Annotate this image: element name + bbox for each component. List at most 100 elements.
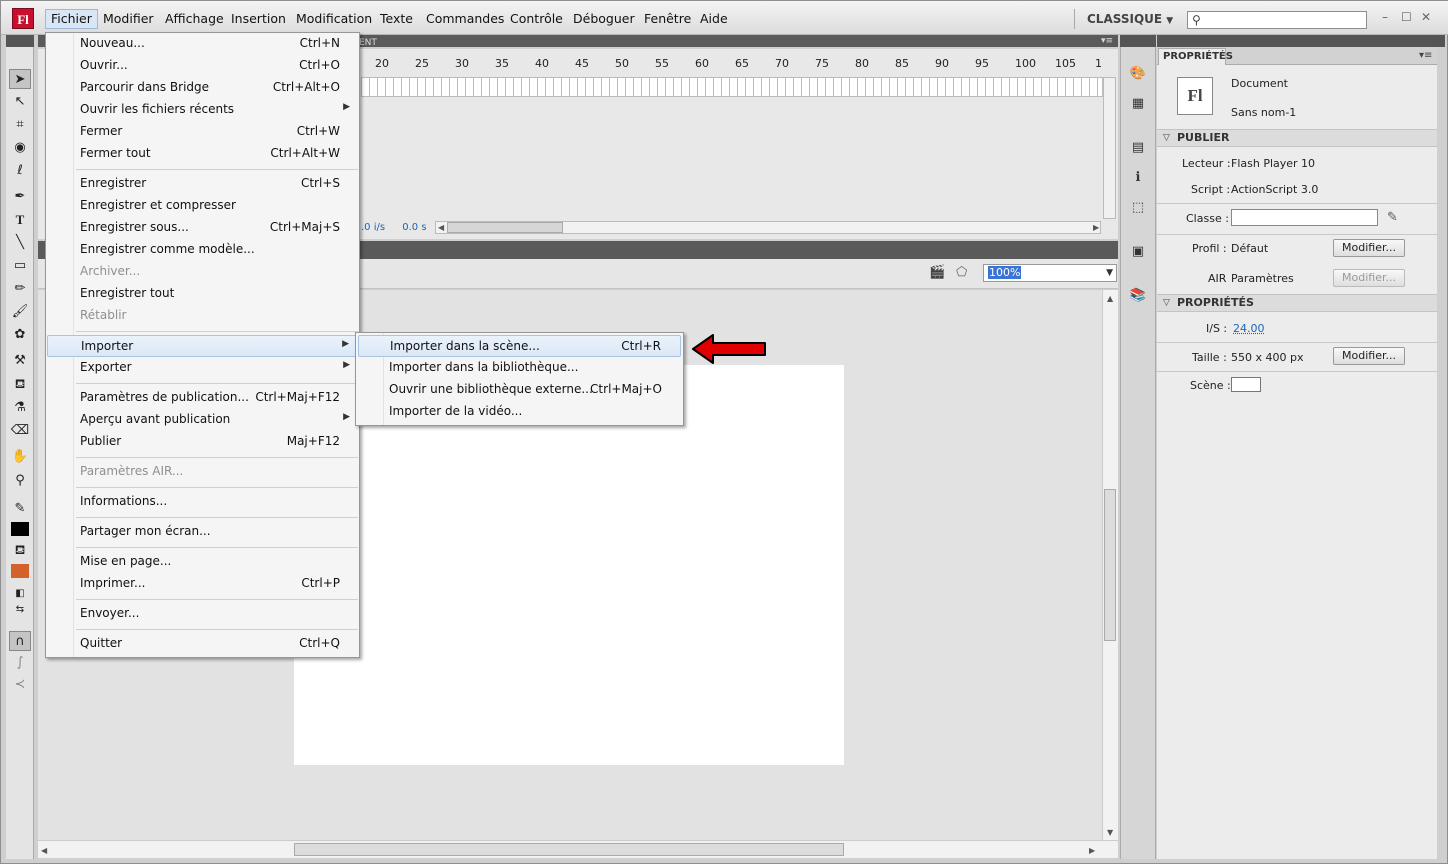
menu-item-import[interactable]: Importer ▶ bbox=[47, 335, 359, 357]
snap-magnet-icon[interactable]: ∩ bbox=[9, 631, 31, 651]
class-input[interactable] bbox=[1231, 209, 1378, 226]
text-tool-icon[interactable]: T bbox=[9, 210, 31, 230]
edit-symbols-icon[interactable]: ⬠ bbox=[956, 265, 967, 280]
menu-item-publish-preview[interactable]: Aperçu avant publication ▶ bbox=[47, 409, 359, 431]
menu-commandes[interactable]: Commandes bbox=[421, 9, 509, 29]
menu-item-save-as[interactable]: Enregistrer sous... Ctrl+Maj+S bbox=[47, 217, 359, 239]
subselection-tool-icon[interactable]: ↖ bbox=[9, 92, 31, 112]
zoom-select[interactable]: 100% ▼ bbox=[983, 264, 1117, 282]
menu-item-browse-bridge[interactable]: Parcourir dans Bridge Ctrl+Alt+O bbox=[47, 77, 359, 99]
line-tool-icon[interactable]: ╲ bbox=[9, 233, 31, 253]
tab-properties[interactable]: PROPRIÉTÉS bbox=[1158, 48, 1233, 65]
modify-size-button[interactable]: Modifier... bbox=[1333, 347, 1405, 365]
section-properties[interactable]: ▽ PROPRIÉTÉS bbox=[1157, 294, 1437, 312]
modify-profile-button[interactable]: Modifier... bbox=[1333, 239, 1405, 257]
panel-menu-icon[interactable]: ▾≡ bbox=[1419, 50, 1432, 61]
menu-item-save-as-template[interactable]: Enregistrer comme modèle... bbox=[47, 239, 359, 261]
info-panel-icon[interactable]: ℹ bbox=[1128, 169, 1148, 187]
brush-tool-icon[interactable]: 🖌 bbox=[9, 302, 31, 322]
menu-item-quit[interactable]: Quitter Ctrl+Q bbox=[47, 633, 359, 655]
menu-controle[interactable]: Contrôle bbox=[505, 9, 568, 29]
menu-texte[interactable]: Texte bbox=[375, 9, 418, 29]
flash-logo-icon[interactable]: Fl bbox=[12, 8, 34, 29]
menu-item-recent-files[interactable]: Ouvrir les fichiers récents ▶ bbox=[47, 99, 359, 121]
menu-insertion[interactable]: Insertion bbox=[226, 9, 291, 29]
edit-scene-icon[interactable]: 🎬 bbox=[929, 265, 945, 280]
menu-fenetre[interactable]: Fenêtre bbox=[639, 9, 696, 29]
3d-rotation-tool-icon[interactable]: ◉ bbox=[9, 138, 31, 158]
menu-item-new[interactable]: Nouveau... Ctrl+N bbox=[47, 33, 359, 55]
menu-aide[interactable]: Aide bbox=[695, 9, 733, 29]
library-panel-icon[interactable]: 📚 bbox=[1128, 287, 1148, 305]
timeline-vertical-scrollbar[interactable] bbox=[1103, 77, 1116, 219]
menu-fichier[interactable]: Fichier bbox=[45, 9, 98, 29]
smooth-icon[interactable]: ∫ bbox=[9, 653, 31, 673]
menu-item-close[interactable]: Fermer Ctrl+W bbox=[47, 121, 359, 143]
stage-vertical-thumb[interactable] bbox=[1104, 489, 1116, 641]
fill-color-icon[interactable]: ⛾ bbox=[9, 541, 31, 561]
hand-tool-icon[interactable]: ✋ bbox=[9, 447, 31, 467]
menu-item-publish[interactable]: Publier Maj+F12 bbox=[47, 431, 359, 453]
menu-item-open-external-library[interactable]: Ouvrir une bibliothèque externe... Ctrl+M… bbox=[358, 379, 681, 401]
menu-item-info[interactable]: Informations... bbox=[47, 491, 359, 513]
paint-bucket-tool-icon[interactable]: ⛾ bbox=[9, 375, 31, 395]
maximize-icon[interactable]: ☐ bbox=[1401, 10, 1412, 24]
menu-deboguer[interactable]: Déboguer bbox=[568, 9, 640, 29]
close-icon[interactable]: ✕ bbox=[1421, 10, 1431, 24]
menu-modification[interactable]: Modification bbox=[291, 9, 377, 29]
menu-item-import-to-stage[interactable]: Importer dans la scène... Ctrl+R bbox=[358, 335, 681, 357]
swap-colors-icon[interactable]: ⇆ bbox=[9, 600, 31, 620]
menu-item-save-all[interactable]: Enregistrer tout bbox=[47, 283, 359, 305]
eraser-tool-icon[interactable]: ⌫ bbox=[9, 421, 31, 441]
help-search-input[interactable]: ⚲ bbox=[1187, 11, 1367, 29]
tools-panel-header[interactable] bbox=[6, 35, 34, 47]
scroll-up-icon[interactable]: ▲ bbox=[1107, 294, 1113, 303]
zoom-tool-icon[interactable]: ⚲ bbox=[9, 471, 31, 491]
menu-item-page-setup[interactable]: Mise en page... bbox=[47, 551, 359, 573]
timeline-tab-partial[interactable]: ENT bbox=[359, 37, 377, 49]
menu-item-close-all[interactable]: Fermer tout Ctrl+Alt+W bbox=[47, 143, 359, 165]
fill-color-swatch[interactable] bbox=[9, 561, 31, 581]
swatches-panel-icon[interactable]: ▦ bbox=[1128, 95, 1148, 113]
panel-menu-icon[interactable]: ▾≡ bbox=[1101, 36, 1113, 46]
rectangle-tool-icon[interactable]: ▭ bbox=[9, 256, 31, 276]
scroll-down-icon[interactable]: ▼ bbox=[1107, 828, 1113, 837]
dock-header[interactable] bbox=[1120, 35, 1156, 47]
menu-item-share-screen[interactable]: Partager mon écran... bbox=[47, 521, 359, 543]
scroll-left-icon[interactable]: ◀ bbox=[438, 223, 444, 232]
deco-tool-icon[interactable]: ✿ bbox=[9, 325, 31, 345]
menu-item-send[interactable]: Envoyer... bbox=[47, 603, 359, 625]
properties-header[interactable] bbox=[1157, 35, 1445, 47]
free-transform-tool-icon[interactable]: ⌗ bbox=[9, 115, 31, 135]
timeline-scroll-thumb[interactable] bbox=[447, 222, 563, 233]
menu-item-import-to-library[interactable]: Importer dans la bibliothèque... bbox=[358, 357, 681, 379]
stroke-color-icon[interactable]: ✎ bbox=[9, 499, 31, 519]
menu-item-print[interactable]: Imprimer... Ctrl+P bbox=[47, 573, 359, 595]
menu-item-export[interactable]: Exporter ▶ bbox=[47, 357, 359, 379]
straighten-icon[interactable]: ≺ bbox=[9, 675, 31, 695]
stroke-color-swatch[interactable] bbox=[9, 519, 31, 539]
selection-tool-icon[interactable]: ➤ bbox=[9, 69, 31, 89]
menu-affichage[interactable]: Affichage bbox=[160, 9, 229, 29]
lasso-tool-icon[interactable]: ℓ bbox=[9, 161, 31, 181]
align-panel-icon[interactable]: ▤ bbox=[1128, 139, 1148, 157]
pencil-tool-icon[interactable]: ✏ bbox=[9, 279, 31, 299]
scroll-right-icon[interactable]: ▶ bbox=[1089, 846, 1095, 855]
menu-modifier[interactable]: Modifier bbox=[98, 9, 159, 29]
transform-panel-icon[interactable]: ⬚ bbox=[1128, 199, 1148, 217]
scroll-right-icon[interactable]: ▶ bbox=[1093, 223, 1099, 232]
menu-item-import-video[interactable]: Importer de la vidéo... bbox=[358, 401, 681, 423]
pencil-icon[interactable]: ✎ bbox=[1387, 210, 1398, 225]
stage-color-swatch[interactable] bbox=[1231, 377, 1261, 392]
color-panel-icon[interactable]: 🎨 bbox=[1128, 65, 1148, 83]
components-panel-icon[interactable]: ▣ bbox=[1128, 243, 1148, 261]
workspace-switcher[interactable]: CLASSIQUE ▼ bbox=[1087, 9, 1173, 31]
eyedropper-tool-icon[interactable]: ⚗ bbox=[9, 398, 31, 418]
pen-tool-icon[interactable]: ✒ bbox=[9, 187, 31, 207]
menu-item-save[interactable]: Enregistrer Ctrl+S bbox=[47, 173, 359, 195]
frame-grid[interactable] bbox=[361, 77, 1103, 97]
section-publish[interactable]: ▽ PUBLIER bbox=[1157, 129, 1437, 147]
scroll-left-icon[interactable]: ◀ bbox=[41, 846, 47, 855]
menu-item-open[interactable]: Ouvrir... Ctrl+O bbox=[47, 55, 359, 77]
bone-tool-icon[interactable]: ⚒ bbox=[9, 351, 31, 371]
